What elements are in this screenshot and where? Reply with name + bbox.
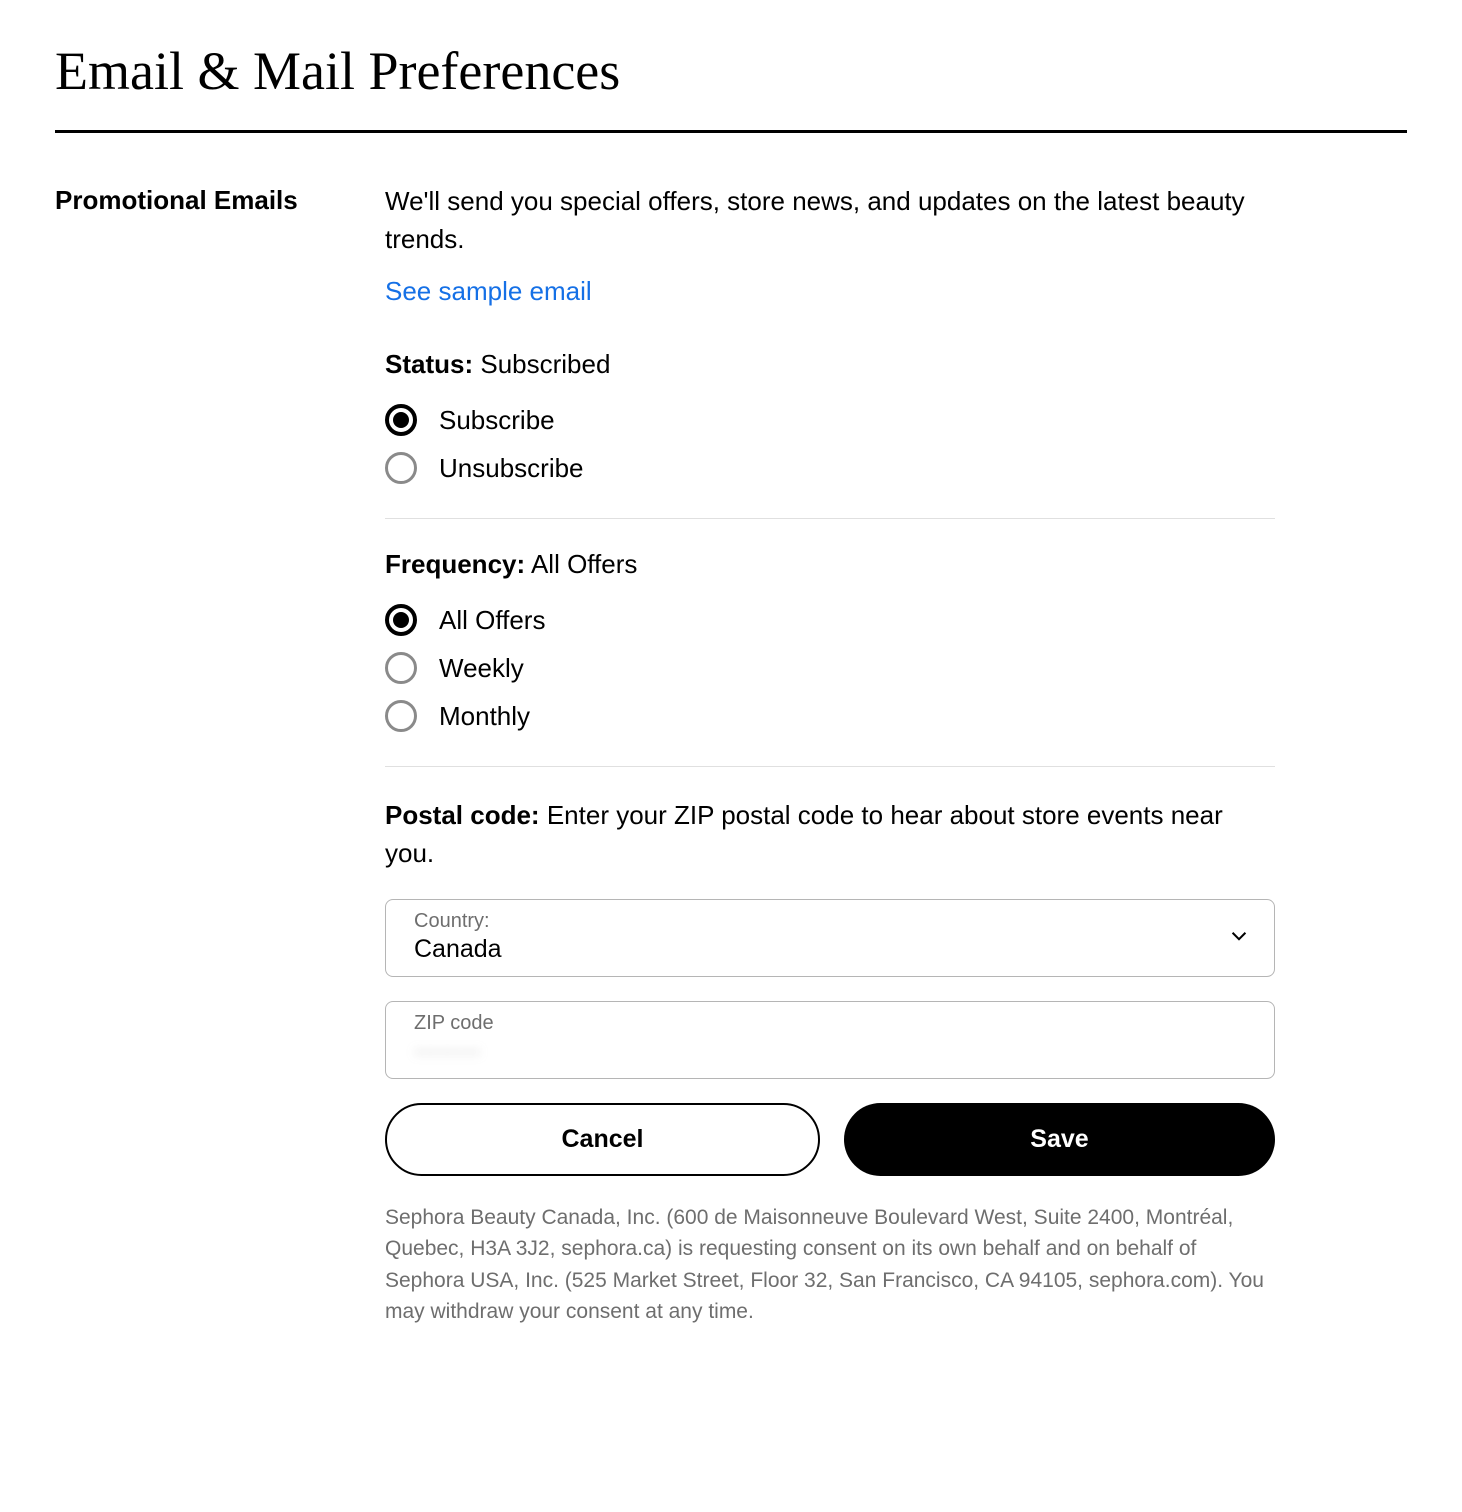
zip-input[interactable]: ZIP code ········ xyxy=(385,1001,1275,1079)
zip-field-label: ZIP code xyxy=(414,1012,1254,1035)
section-description: We'll send you special offers, store new… xyxy=(385,183,1275,258)
section-divider xyxy=(385,766,1275,767)
radio-monthly[interactable]: Monthly xyxy=(385,700,1275,732)
radio-subscribe-label: Subscribe xyxy=(439,405,555,436)
cancel-button[interactable]: Cancel xyxy=(385,1103,820,1176)
radio-unsubscribe[interactable]: Unsubscribe xyxy=(385,452,1275,484)
legal-text: Sephora Beauty Canada, Inc. (600 de Mais… xyxy=(385,1202,1275,1328)
radio-monthly-label: Monthly xyxy=(439,701,530,732)
button-row: Cancel Save xyxy=(385,1103,1275,1176)
section-label: Promotional Emails xyxy=(55,183,325,1328)
radio-weekly-label: Weekly xyxy=(439,653,524,684)
postal-label: Postal code: xyxy=(385,800,540,830)
status-radio-group: Subscribe Unsubscribe xyxy=(385,404,1275,484)
radio-unchecked-icon xyxy=(385,452,417,484)
status-value: Subscribed xyxy=(480,349,610,379)
frequency-label: Frequency: xyxy=(385,549,525,579)
zip-field-value: ········ xyxy=(414,1037,1254,1066)
frequency-value: All Offers xyxy=(531,549,637,579)
country-field-label: Country: xyxy=(414,910,1254,933)
radio-unchecked-icon xyxy=(385,652,417,684)
content-row: Promotional Emails We'll send you specia… xyxy=(55,183,1407,1328)
frequency-line: Frequency: All Offers xyxy=(385,549,1275,580)
radio-checked-icon xyxy=(385,404,417,436)
radio-unchecked-icon xyxy=(385,700,417,732)
radio-unsubscribe-label: Unsubscribe xyxy=(439,453,584,484)
radio-all-offers[interactable]: All Offers xyxy=(385,604,1275,636)
postal-description: Postal code: Enter your ZIP postal code … xyxy=(385,797,1275,872)
frequency-radio-group: All Offers Weekly Monthly xyxy=(385,604,1275,732)
radio-subscribe[interactable]: Subscribe xyxy=(385,404,1275,436)
radio-checked-icon xyxy=(385,604,417,636)
main-column: We'll send you special offers, store new… xyxy=(385,183,1275,1328)
sample-email-link[interactable]: See sample email xyxy=(385,276,592,307)
radio-weekly[interactable]: Weekly xyxy=(385,652,1275,684)
page-title: Email & Mail Preferences xyxy=(55,40,1407,102)
radio-all-offers-label: All Offers xyxy=(439,605,545,636)
country-field-value: Canada xyxy=(414,935,1254,964)
status-line: Status: Subscribed xyxy=(385,349,1275,380)
chevron-down-icon xyxy=(1228,924,1250,951)
section-divider xyxy=(385,518,1275,519)
save-button[interactable]: Save xyxy=(844,1103,1275,1176)
title-divider xyxy=(55,130,1407,133)
country-select[interactable]: Country: Canada xyxy=(385,899,1275,977)
status-label: Status: xyxy=(385,349,473,379)
